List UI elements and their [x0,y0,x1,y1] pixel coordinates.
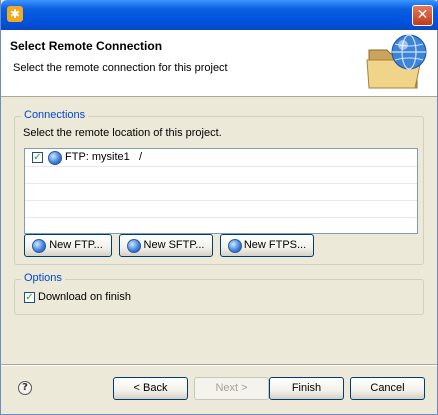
new-ftps-button[interactable]: New FTPS... [220,234,314,257]
folder-globe-icon [366,34,427,89]
new-ftps-label: New FTPS... [243,239,307,251]
connections-group: Connections Select the remote location o… [14,109,424,265]
page-title: Select Remote Connection [10,39,163,53]
connection-label: FTP: mysite1 / [65,151,143,163]
list-item-empty [25,166,417,184]
globe-icon [228,239,242,253]
cancel-button[interactable]: Cancel [350,377,425,400]
list-item[interactable]: ✓ FTP: mysite1 / [25,149,417,167]
new-sftp-label: New SFTP... [143,239,205,251]
close-button[interactable]: ✕ [412,5,433,26]
download-on-finish-label[interactable]: Download on finish [38,291,131,303]
new-ftp-button[interactable]: New FTP... [24,234,112,257]
finish-button[interactable]: Finish [269,377,344,400]
connection-checkbox[interactable]: ✓ [32,152,43,163]
gear-icon: ✱ [7,6,23,22]
back-button[interactable]: < Back [113,377,188,400]
page-description: Select the remote connection for this pr… [13,62,228,74]
list-item-empty [25,200,417,218]
globe-icon [127,239,141,253]
next-button[interactable]: Next > [194,377,269,400]
connections-legend: Connections [21,109,89,121]
title-bar: ✱ ✕ [1,0,438,30]
new-ftp-label: New FTP... [49,239,103,251]
globe-icon [48,151,62,165]
download-on-finish-checkbox[interactable]: ✓ [24,292,35,303]
options-group: Options ✓ Download on finish [14,272,424,315]
help-icon[interactable]: ? [18,381,32,395]
list-item-empty [25,217,417,234]
options-legend: Options [21,272,65,284]
globe-icon [32,239,46,253]
connections-description: Select the remote location of this proje… [23,127,222,139]
wizard-banner: Select Remote Connection Select the remo… [1,30,437,97]
list-item-empty [25,183,417,201]
new-sftp-button[interactable]: New SFTP... [119,234,213,257]
footer-separator [1,364,437,366]
dialog-window: ✱ ✕ Select Remote Connection Select the … [0,0,438,415]
connection-list[interactable]: ✓ FTP: mysite1 / [24,148,418,234]
